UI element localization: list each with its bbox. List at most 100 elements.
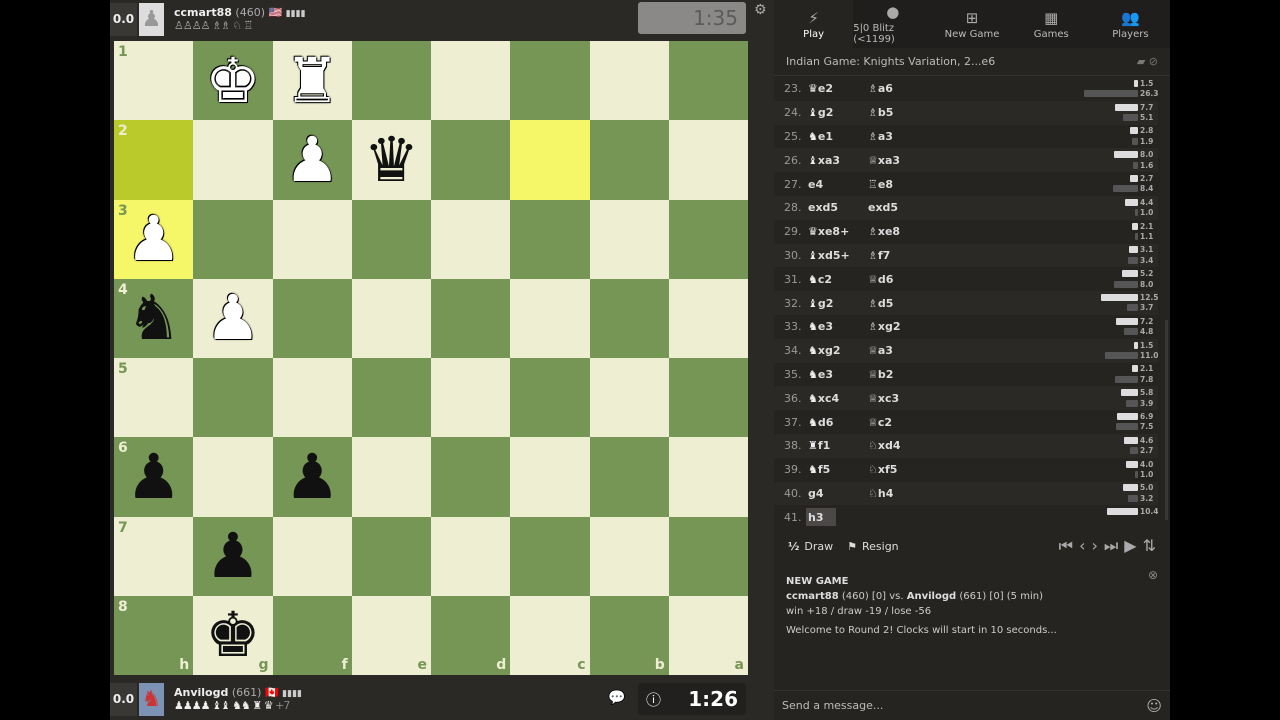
black-move[interactable]: ♗xe8: [868, 225, 928, 238]
square-d5[interactable]: [431, 358, 511, 438]
top-player-avatar[interactable]: ♟: [139, 2, 164, 36]
square-c4[interactable]: [510, 278, 590, 358]
square-d3[interactable]: [431, 199, 511, 279]
nav-games[interactable]: ▦ Games: [1012, 0, 1091, 48]
white-move[interactable]: e4: [806, 178, 868, 191]
last-move-icon[interactable]: ⏭: [1104, 536, 1118, 556]
chat-player1[interactable]: ccmart88: [786, 591, 839, 602]
square-f7[interactable]: [272, 516, 352, 596]
black-move[interactable]: ♕a3: [868, 344, 928, 357]
square-c8[interactable]: c: [510, 595, 590, 675]
white-move[interactable]: ♞e3: [806, 368, 868, 381]
first-move-icon[interactable]: ⏮: [1059, 536, 1073, 556]
square-e4[interactable]: [351, 278, 431, 358]
white-move[interactable]: exd5: [806, 201, 868, 214]
square-a8[interactable]: a: [668, 595, 748, 675]
black-move[interactable]: ♗b5: [868, 106, 928, 119]
white-move[interactable]: h3: [806, 508, 836, 527]
nav-new-game[interactable]: ⊞ New Game: [932, 0, 1011, 48]
white-move[interactable]: ♜f1: [806, 439, 868, 452]
compass-icon[interactable]: ⊘: [1149, 55, 1158, 68]
square-d1[interactable]: [431, 41, 511, 121]
white-move[interactable]: ♞e3: [806, 320, 868, 333]
square-f8[interactable]: f: [272, 595, 352, 675]
black-move[interactable]: ♗d5: [868, 297, 928, 310]
square-g3[interactable]: [193, 199, 273, 279]
white-move[interactable]: ♞c2: [806, 273, 868, 286]
black-pawn-piece[interactable]: ♟: [284, 445, 340, 508]
white-move[interactable]: ♞e1: [806, 130, 868, 143]
square-g6[interactable]: [193, 437, 273, 517]
square-f6[interactable]: ♟: [272, 437, 352, 517]
square-d4[interactable]: [431, 278, 511, 358]
square-d6[interactable]: [431, 437, 511, 517]
white-pawn-piece[interactable]: ♟: [284, 128, 340, 191]
book-icon[interactable]: ▰: [1137, 55, 1145, 68]
square-h7[interactable]: 7: [114, 516, 194, 596]
black-move[interactable]: ♖e8: [868, 178, 928, 191]
square-c7[interactable]: [510, 516, 590, 596]
square-h5[interactable]: 5: [114, 358, 194, 438]
settings-gear-icon[interactable]: ⚙: [754, 2, 767, 18]
black-move[interactable]: exd5: [868, 201, 928, 214]
square-a4[interactable]: [668, 278, 748, 358]
square-d2[interactable]: [431, 120, 511, 200]
top-player-name[interactable]: ccmart88: [174, 6, 232, 19]
white-rook-piece[interactable]: ♜: [284, 49, 340, 112]
square-c2[interactable]: [510, 120, 590, 200]
square-h2[interactable]: 2: [114, 120, 194, 200]
square-a3[interactable]: [668, 199, 748, 279]
white-pawn-piece[interactable]: ♟: [126, 208, 182, 270]
white-move[interactable]: ♞d6: [806, 416, 868, 429]
black-move[interactable]: ♗f7: [868, 249, 928, 262]
square-b4[interactable]: [589, 278, 669, 358]
white-king-piece[interactable]: ♚: [205, 49, 261, 112]
square-f3[interactable]: [272, 199, 352, 279]
resign-button[interactable]: ⚑ Resign: [847, 540, 899, 553]
white-move[interactable]: g4: [806, 487, 868, 500]
square-f2[interactable]: ♟: [272, 120, 352, 200]
square-c5[interactable]: [510, 358, 590, 438]
opening-name[interactable]: Indian Game: Knights Variation, 2...e6: [786, 55, 995, 68]
black-queen-piece[interactable]: ♛: [364, 128, 420, 191]
white-move[interactable]: ♛xe8+: [806, 225, 868, 238]
previous-move-icon[interactable]: ‹: [1079, 536, 1085, 556]
black-move[interactable]: ♕b2: [868, 368, 928, 381]
square-e7[interactable]: [351, 516, 431, 596]
nav-players[interactable]: 👥 Players: [1091, 0, 1170, 48]
square-a5[interactable]: [668, 358, 748, 438]
square-g8[interactable]: g ♚: [193, 595, 273, 675]
move-list-scrollbar[interactable]: [1165, 320, 1168, 520]
next-move-icon[interactable]: ›: [1091, 536, 1097, 556]
square-h4[interactable]: 4 ♞: [114, 278, 194, 358]
bottom-player-avatar[interactable]: ♞: [139, 682, 164, 716]
white-pawn-piece[interactable]: ♟: [205, 287, 261, 349]
square-d8[interactable]: d: [431, 595, 511, 675]
square-c1[interactable]: [510, 41, 590, 121]
square-e1[interactable]: [351, 41, 431, 121]
square-g2[interactable]: [193, 120, 273, 200]
chess-board[interactable]: 1 ♚ ♜ 2 ♟ ♛ 3 ♟ 4 ♞ ♟ 5 6 ♟ ♟ 7 ♟ 8 h g ♚ f e d c b a: [114, 41, 748, 675]
black-move[interactable]: ♕c2: [868, 416, 928, 429]
square-c3[interactable]: [510, 199, 590, 279]
white-move[interactable]: ♝xd5+: [806, 249, 868, 262]
square-a2[interactable]: [668, 120, 748, 200]
chat-input[interactable]: Send a message... ☺: [774, 690, 1170, 720]
black-move[interactable]: ♘h4: [868, 487, 928, 500]
white-move[interactable]: ♝g2: [806, 297, 868, 310]
black-move[interactable]: ♕xa3: [868, 154, 928, 167]
square-e6[interactable]: [351, 437, 431, 517]
chat-player2[interactable]: Anvilogd: [907, 591, 956, 602]
square-h6[interactable]: 6 ♟: [114, 437, 194, 517]
black-move[interactable]: ♘xf5: [868, 463, 928, 476]
white-move[interactable]: ♛e2: [806, 82, 868, 95]
square-a1[interactable]: [668, 41, 748, 121]
square-e2[interactable]: ♛: [351, 120, 431, 200]
black-move[interactable]: ♗a6: [868, 82, 928, 95]
square-f5[interactable]: [272, 358, 352, 438]
white-move[interactable]: ♞xc4: [806, 392, 868, 405]
square-e5[interactable]: [351, 358, 431, 438]
square-g1[interactable]: ♚: [193, 41, 273, 121]
square-a6[interactable]: [668, 437, 748, 517]
black-king-piece[interactable]: ♚: [205, 604, 261, 666]
